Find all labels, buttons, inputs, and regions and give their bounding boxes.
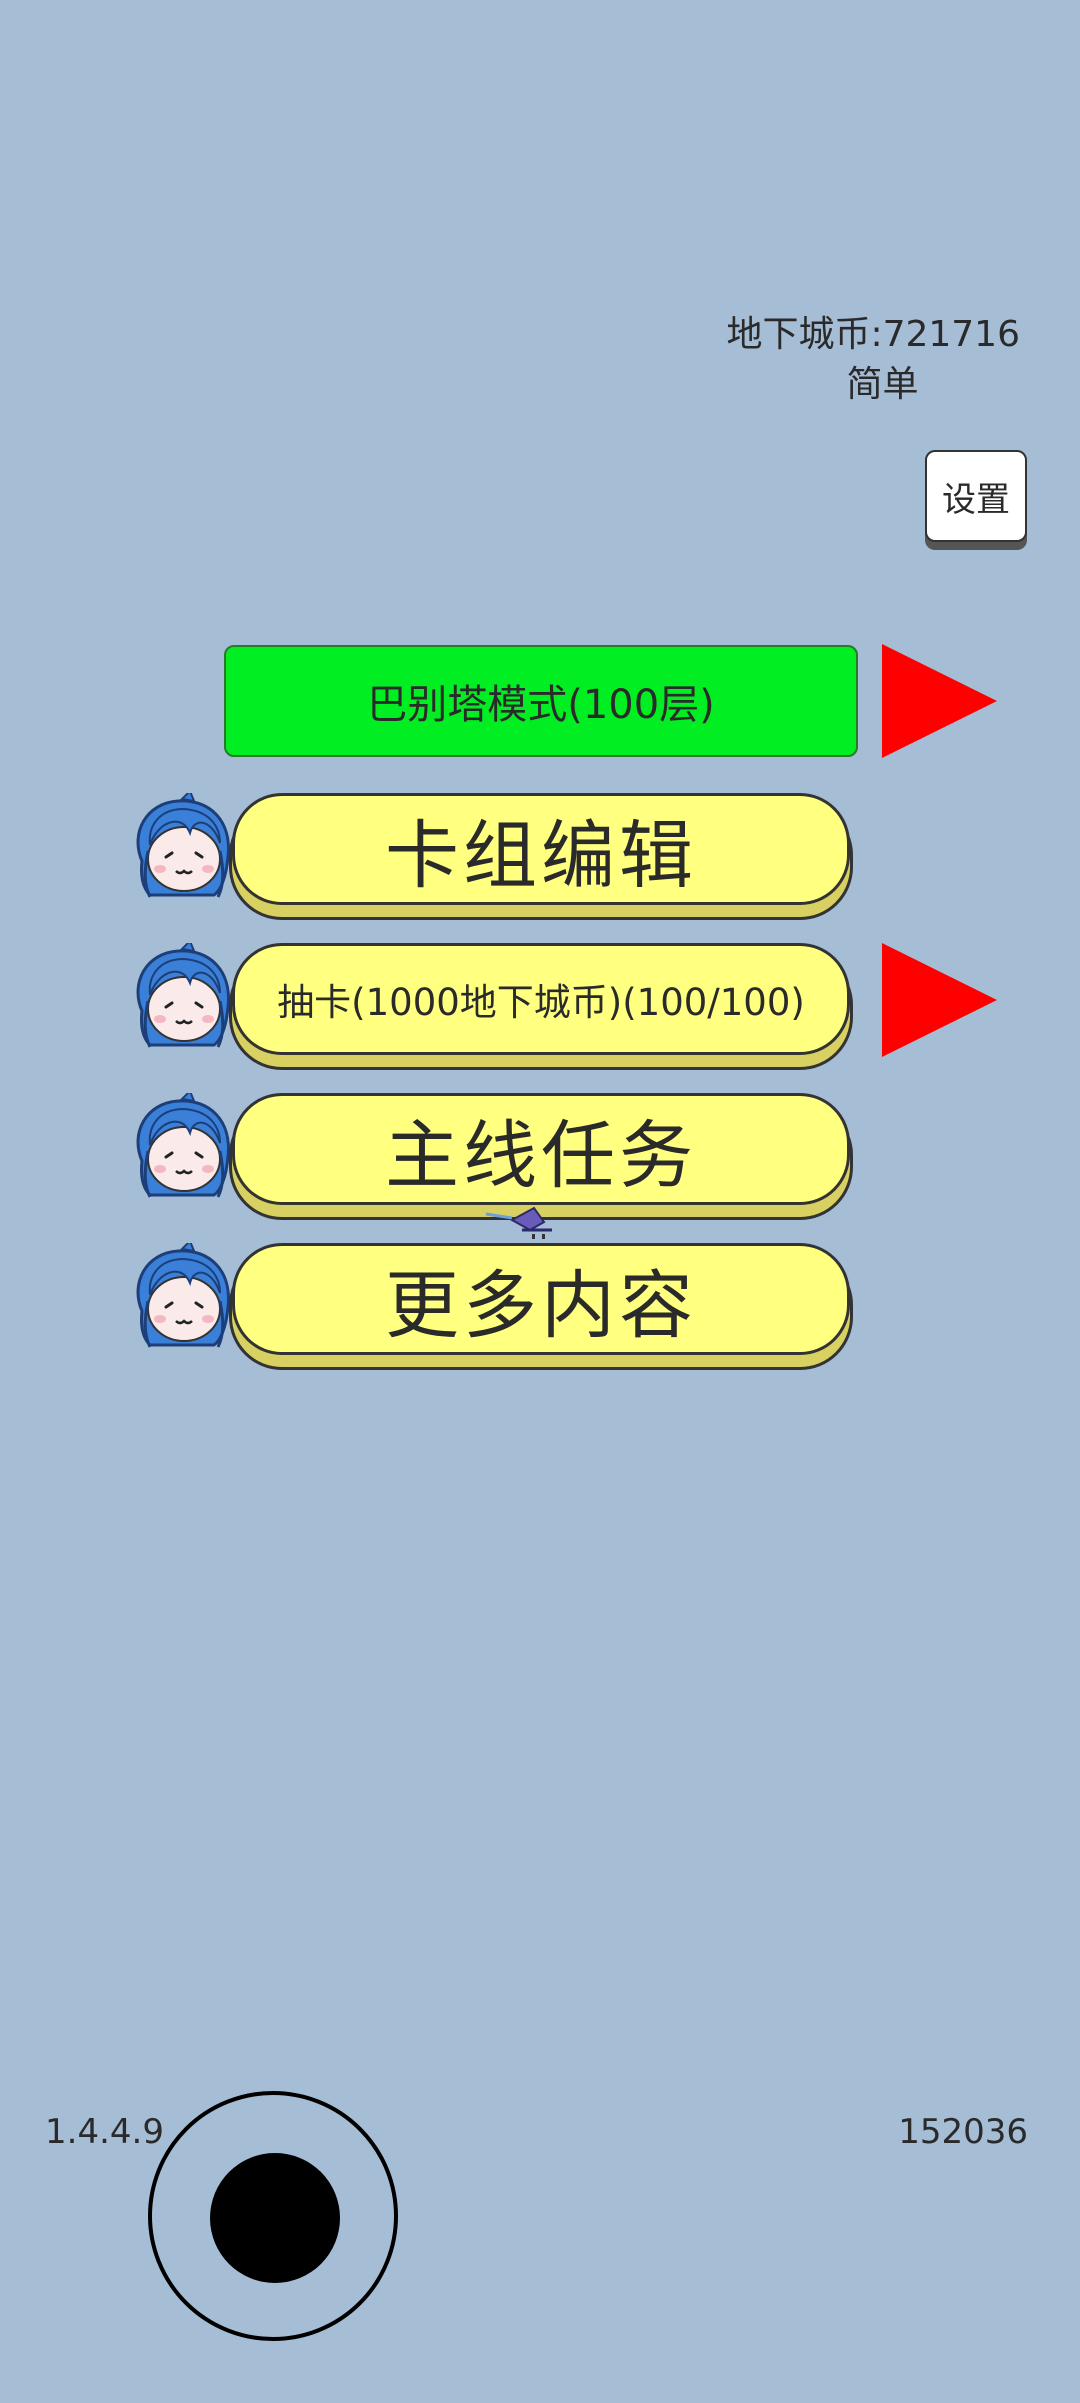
version-label: 1.4.4.9 bbox=[45, 2112, 164, 2152]
avatar-icon bbox=[128, 1093, 236, 1201]
settings-button[interactable]: 设置 bbox=[925, 450, 1027, 542]
more-content-button[interactable]: 更多内容 bbox=[232, 1243, 850, 1355]
gacha-arrow-icon[interactable] bbox=[882, 943, 997, 1057]
avatar-icon bbox=[128, 793, 236, 901]
gacha-button[interactable]: 抽卡(1000地下城币)(100/100) bbox=[232, 943, 850, 1055]
difficulty-label: 简单 bbox=[846, 364, 919, 405]
deck-edit-button[interactable]: 卡组编辑 bbox=[232, 793, 850, 905]
babel-tower-mode-label: 巴别塔模式(100层) bbox=[367, 682, 715, 728]
babel-tower-mode-button[interactable]: 巴别塔模式(100层) bbox=[224, 645, 858, 757]
character-sprite-icon bbox=[485, 1206, 552, 1239]
currency-display: 地下城币:721716 bbox=[726, 314, 1020, 355]
avatar-icon bbox=[128, 1243, 236, 1351]
more-content-label: 更多内容 bbox=[385, 1262, 697, 1349]
deck-edit-label: 卡组编辑 bbox=[385, 812, 697, 899]
joystick-knob[interactable] bbox=[210, 2153, 340, 2283]
babel-mode-arrow-icon[interactable] bbox=[882, 644, 997, 758]
main-quest-button[interactable]: 主线任务 bbox=[232, 1093, 850, 1205]
score-counter: 152036 bbox=[898, 2112, 1028, 2152]
main-quest-label: 主线任务 bbox=[385, 1112, 697, 1199]
settings-button-label: 设置 bbox=[942, 479, 1010, 520]
avatar-icon bbox=[128, 943, 236, 1051]
gacha-label: 抽卡(1000地下城币)(100/100) bbox=[277, 981, 805, 1024]
